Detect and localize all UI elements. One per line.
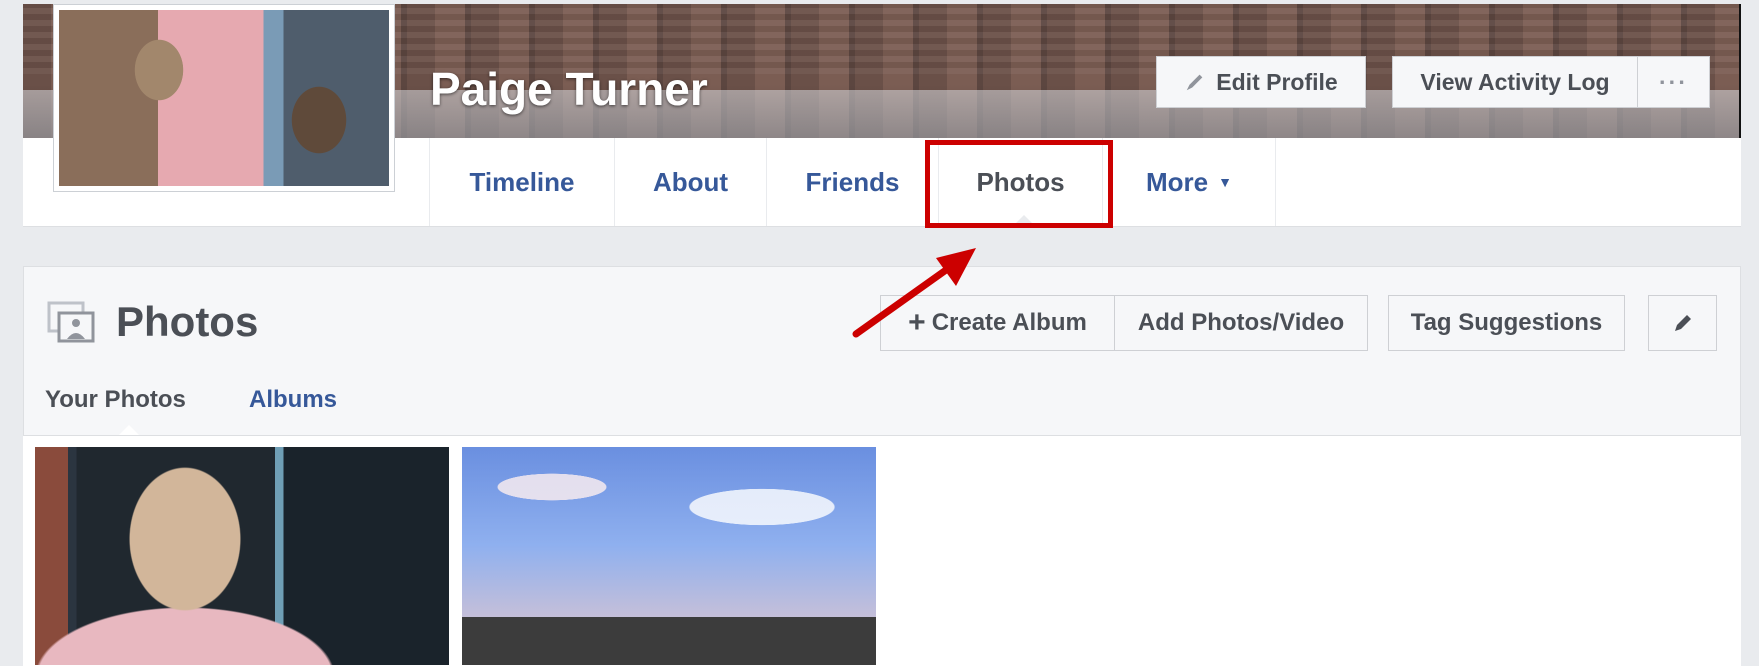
tab-timeline[interactable]: Timeline bbox=[429, 138, 615, 226]
tag-suggestions-button[interactable]: Tag Suggestions bbox=[1388, 295, 1625, 351]
pencil-icon bbox=[1674, 315, 1691, 331]
tab-about[interactable]: About bbox=[615, 138, 767, 226]
highlight-box bbox=[925, 140, 1113, 228]
photos-icon bbox=[47, 301, 95, 343]
tab-label: Friends bbox=[805, 166, 900, 197]
more-options-button[interactable]: ··· bbox=[1637, 56, 1710, 108]
caret-down-icon: ▼ bbox=[1218, 174, 1232, 190]
pencil-icon bbox=[1187, 74, 1203, 91]
view-activity-log-button[interactable]: View Activity Log bbox=[1392, 56, 1638, 108]
tab-more[interactable]: More ▼ bbox=[1103, 138, 1276, 226]
red-arrow-annotation bbox=[852, 248, 976, 338]
add-photos-label: Add Photos/Video bbox=[1137, 309, 1345, 336]
photo-thumbnail[interactable] bbox=[462, 447, 876, 665]
edit-profile-label: Edit Profile bbox=[1216, 68, 1338, 95]
tag-suggestions-label: Tag Suggestions bbox=[1410, 309, 1603, 336]
subtab-albums[interactable]: Albums bbox=[249, 386, 337, 414]
edit-button[interactable] bbox=[1648, 295, 1717, 351]
more-options-icon: ··· bbox=[1659, 68, 1688, 95]
cover-edge bbox=[1739, 4, 1741, 138]
tab-label: More bbox=[1146, 166, 1209, 197]
tab-label: About bbox=[652, 166, 729, 197]
profile-name[interactable]: Paige Turner bbox=[430, 62, 708, 116]
add-photos-video-button[interactable]: Add Photos/Video bbox=[1114, 295, 1368, 351]
tab-label: Timeline bbox=[469, 166, 575, 197]
tab-friends[interactable]: Friends bbox=[767, 138, 939, 226]
view-activity-log-label: View Activity Log bbox=[1420, 68, 1610, 95]
profile-picture[interactable] bbox=[53, 4, 395, 192]
active-subtab-indicator bbox=[119, 425, 139, 435]
subtab-your-photos[interactable]: Your Photos bbox=[45, 386, 186, 414]
profile-picture-image bbox=[59, 10, 389, 186]
photo-thumbnail[interactable] bbox=[35, 447, 449, 665]
section-title: Photos bbox=[116, 298, 259, 345]
edit-profile-button[interactable]: Edit Profile bbox=[1156, 56, 1366, 108]
